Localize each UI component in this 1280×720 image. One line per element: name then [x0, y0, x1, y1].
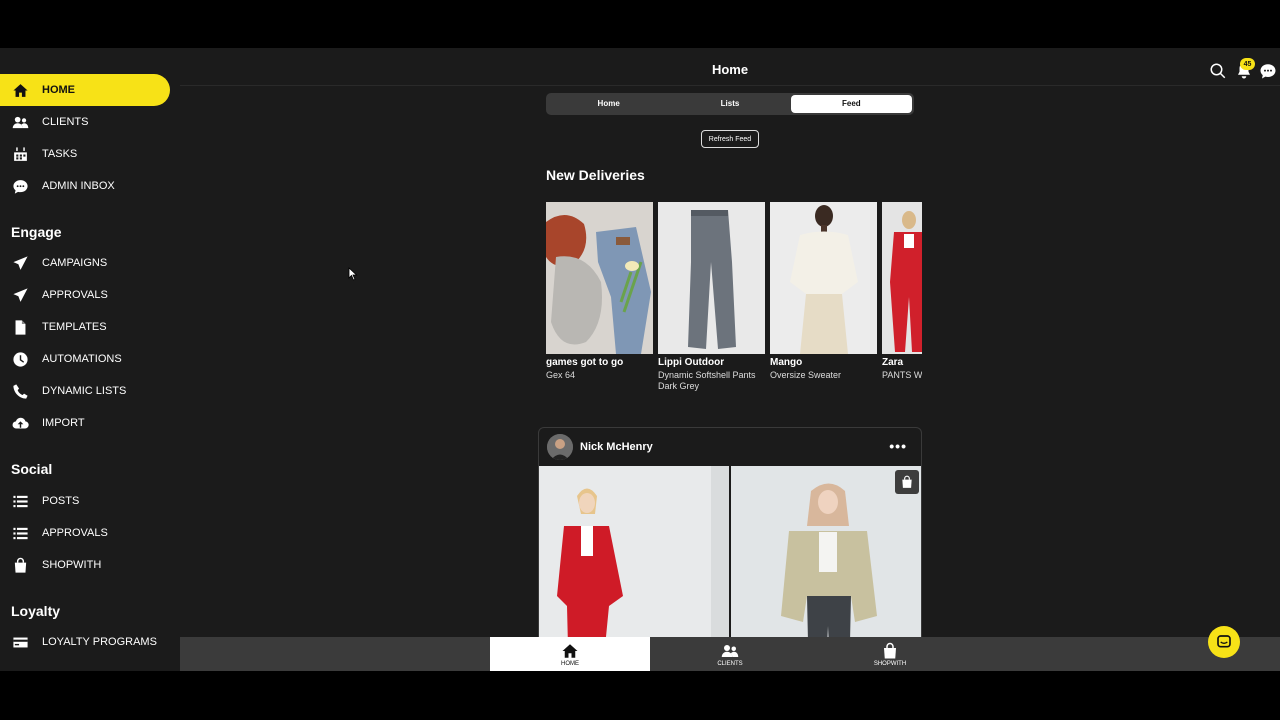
card-icon	[11, 633, 29, 651]
sidebar-item-label: IMPORT	[42, 417, 85, 429]
sidebar-item-label: LOYALTY PROGRAMS	[42, 636, 157, 648]
delivery-description: PANTS WITH COVERED	[882, 370, 922, 380]
clock-icon	[11, 350, 29, 368]
sidebar-item-posts[interactable]: POSTS	[0, 485, 170, 517]
home-icon	[11, 81, 29, 99]
list-icon	[11, 524, 29, 542]
product-image	[546, 202, 653, 354]
phone-icon	[11, 382, 29, 400]
chat-icon	[1217, 635, 1231, 648]
paper-plane-icon	[11, 254, 29, 272]
delivery-card[interactable]: Zara PANTS WITH COVERED	[882, 202, 922, 381]
delivery-brand: games got to go	[546, 357, 624, 368]
chat-bubble-icon[interactable]	[1259, 62, 1279, 82]
sidebar-item-label: SHOPWITH	[42, 559, 102, 571]
tab-feed[interactable]: Feed	[790, 95, 912, 113]
search-icon[interactable]	[1209, 62, 1229, 82]
sidebar-item-label: HOME	[42, 84, 75, 96]
list-icon	[11, 492, 29, 510]
delivery-card[interactable]: Lippi Outdoor Dynamic Softshell Pants Da…	[658, 202, 765, 392]
section-title-engage: Engage	[11, 224, 62, 240]
new-deliveries-carousel[interactable]: games got to go Gex 64 Lippi Outdoor Dyn…	[546, 202, 922, 402]
sidebar-item-admin-inbox[interactable]: ADMIN INBOX	[0, 170, 170, 202]
tab-home[interactable]: Home	[548, 95, 669, 113]
document-icon	[11, 318, 29, 336]
mouse-cursor-icon	[348, 267, 358, 286]
sidebar-item-approvals[interactable]: APPROVALS	[0, 279, 170, 311]
chat-bubble-icon	[11, 177, 29, 195]
sidebar-item-label: APPROVALS	[42, 289, 108, 301]
sidebar-item-label: POSTS	[42, 495, 80, 507]
sidebar-item-campaigns[interactable]: CAMPAIGNS	[0, 247, 170, 279]
sidebar-item-shopwith[interactable]: SHOPWITH	[0, 549, 170, 581]
sidebar-item-clients[interactable]: CLIENTS	[0, 106, 170, 138]
users-icon	[11, 113, 29, 131]
section-title-new-deliveries: New Deliveries	[546, 167, 645, 183]
bottom-nav-label: CLIENTS	[717, 660, 743, 667]
bottom-nav-clients[interactable]: CLIENTS	[650, 637, 810, 671]
notification-badge: 45	[1240, 58, 1255, 70]
refresh-feed-button[interactable]: Refresh Feed	[701, 130, 759, 148]
top-header: Home	[180, 48, 1280, 86]
delivery-description: Gex 64	[546, 370, 576, 380]
shopping-bag-icon	[902, 475, 912, 488]
post-author-row: Nick McHenry	[539, 428, 921, 466]
shopping-bag-icon	[884, 642, 896, 658]
calendar-icon	[11, 145, 29, 163]
shop-bag-button[interactable]	[895, 470, 919, 494]
more-options-icon[interactable]: •••	[889, 438, 907, 454]
sidebar-item-label: CAMPAIGNS	[42, 257, 108, 269]
bottom-nav-label: HOME	[561, 660, 579, 667]
product-image	[882, 202, 922, 354]
sidebar-item-dynamic-lists[interactable]: DYNAMIC LISTS	[0, 375, 170, 407]
bottom-nav-shopwith[interactable]: SHOPWITH	[810, 637, 970, 671]
sidebar-item-tasks[interactable]: TASKS	[0, 138, 170, 170]
sidebar-item-label: APPROVALS	[42, 527, 108, 539]
section-title-social: Social	[11, 461, 53, 477]
paper-plane-icon	[11, 286, 29, 304]
delivery-brand: Mango	[770, 357, 803, 368]
post-author-name[interactable]: Nick McHenry	[580, 441, 653, 453]
bottom-navigation: HOME CLIENTS SHOPWITH	[180, 637, 1280, 671]
sidebar-item-label: TASKS	[42, 148, 78, 160]
feed-post: Nick McHenry •••	[538, 427, 922, 671]
cloud-upload-icon	[11, 414, 29, 432]
bottom-nav-home[interactable]: HOME	[490, 637, 650, 671]
sidebar-item-social-approvals[interactable]: APPROVALS	[0, 517, 170, 549]
avatar[interactable]	[547, 434, 573, 460]
sidebar-item-label: CLIENTS	[42, 116, 89, 128]
delivery-card[interactable]: Mango Oversize Sweater	[770, 202, 877, 381]
sidebar-item-label: AUTOMATIONS	[42, 353, 122, 365]
sidebar-item-label: TEMPLATES	[42, 321, 107, 333]
app-window: HOME CLIENTS TASKS ADMIN INBOX Engage CA…	[0, 48, 1280, 671]
sidebar-item-automations[interactable]: AUTOMATIONS	[0, 343, 170, 375]
sidebar: HOME CLIENTS TASKS ADMIN INBOX Engage CA…	[0, 48, 180, 671]
users-icon	[721, 644, 739, 657]
shopping-bag-icon	[11, 556, 29, 574]
delivery-description: Dynamic Softshell Pants Dark Grey	[658, 370, 756, 391]
delivery-brand: Lippi Outdoor	[658, 357, 725, 368]
home-icon	[562, 643, 578, 658]
sidebar-item-label: DYNAMIC LISTS	[42, 385, 127, 397]
product-image	[770, 202, 877, 354]
sidebar-item-home[interactable]: HOME	[0, 74, 170, 106]
section-title-loyalty: Loyalty	[11, 603, 61, 619]
page-title: Home	[711, 62, 749, 77]
sidebar-item-templates[interactable]: TEMPLATES	[0, 311, 170, 343]
delivery-brand: Zara	[882, 357, 904, 368]
bottom-nav-label: SHOPWITH	[873, 660, 907, 667]
view-tabs: Home Lists Feed	[546, 93, 914, 115]
delivery-card[interactable]: games got to go Gex 64	[546, 202, 653, 381]
tab-lists[interactable]: Lists	[669, 95, 790, 113]
sidebar-item-label: ADMIN INBOX	[42, 180, 115, 192]
sidebar-item-loyalty-programs[interactable]: LOYALTY PROGRAMS	[0, 626, 170, 658]
product-image	[658, 202, 765, 354]
delivery-description: Oversize Sweater	[770, 370, 842, 380]
sidebar-item-import[interactable]: IMPORT	[0, 407, 170, 439]
chat-support-button[interactable]	[1208, 626, 1240, 658]
